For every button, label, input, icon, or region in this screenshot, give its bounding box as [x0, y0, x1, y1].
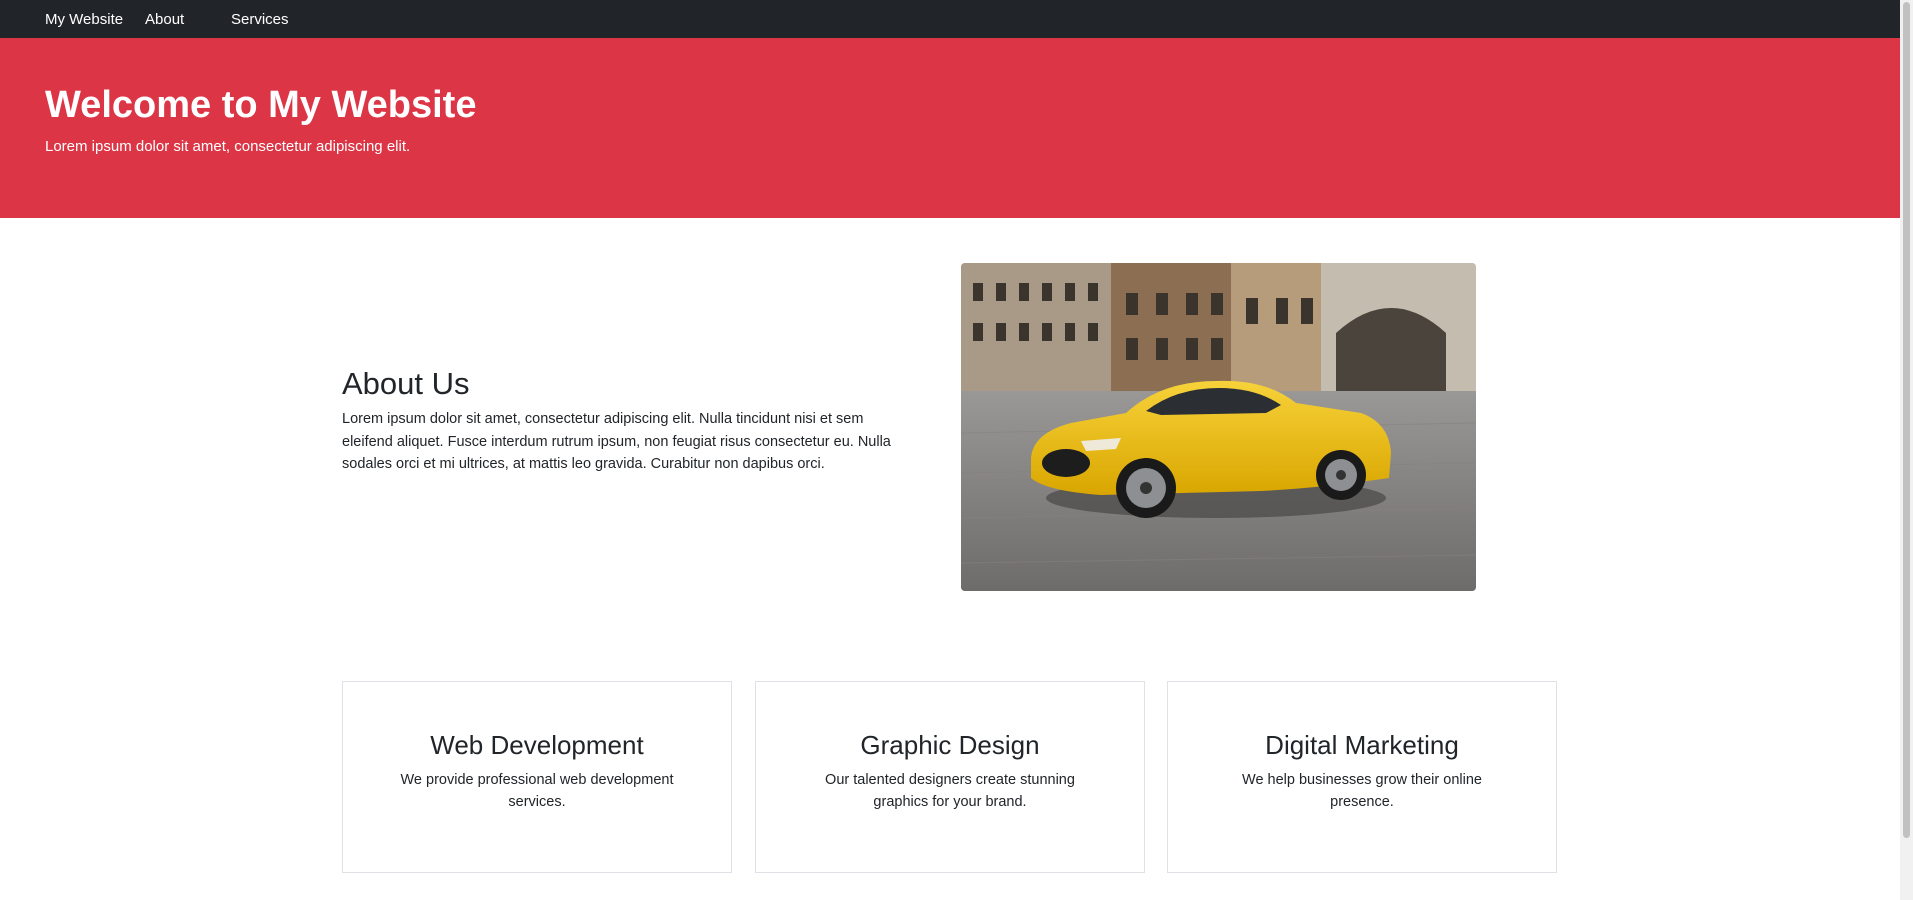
scrollbar-thumb[interactable] — [1903, 2, 1910, 838]
hero-title: Welcome to My Website — [45, 84, 477, 126]
hero-subtitle: Lorem ipsum dolor sit amet, consectetur … — [45, 138, 411, 155]
service-card-digital-marketing: Digital Marketing We help businesses gro… — [1167, 681, 1557, 873]
service-title: Graphic Design — [860, 730, 1040, 760]
nav-link-services[interactable]: Services — [231, 11, 289, 28]
about-image — [961, 263, 1476, 591]
navbar-brand[interactable]: My Website — [45, 11, 123, 28]
service-card-graphic-design: Graphic Design Our talented designers cr… — [755, 681, 1145, 873]
navbar: My Website About Services — [0, 0, 1900, 38]
service-card-web-development: Web Development We provide professional … — [342, 681, 732, 873]
service-text: We provide professional web development … — [400, 772, 674, 810]
scrollbar[interactable] — [1900, 0, 1913, 900]
service-text: Our talented designers create stunning g… — [825, 772, 1075, 810]
service-title: Digital Marketing — [1265, 730, 1459, 760]
hero-banner: Welcome to My Website Lorem ipsum dolor … — [0, 38, 1900, 218]
nav-link-about[interactable]: About — [145, 11, 184, 28]
service-title: Web Development — [430, 730, 644, 760]
about-text: Lorem ipsum dolor sit amet, consectetur … — [342, 411, 891, 472]
about-title: About Us — [342, 366, 470, 401]
service-text: We help businesses grow their online pre… — [1242, 772, 1482, 810]
